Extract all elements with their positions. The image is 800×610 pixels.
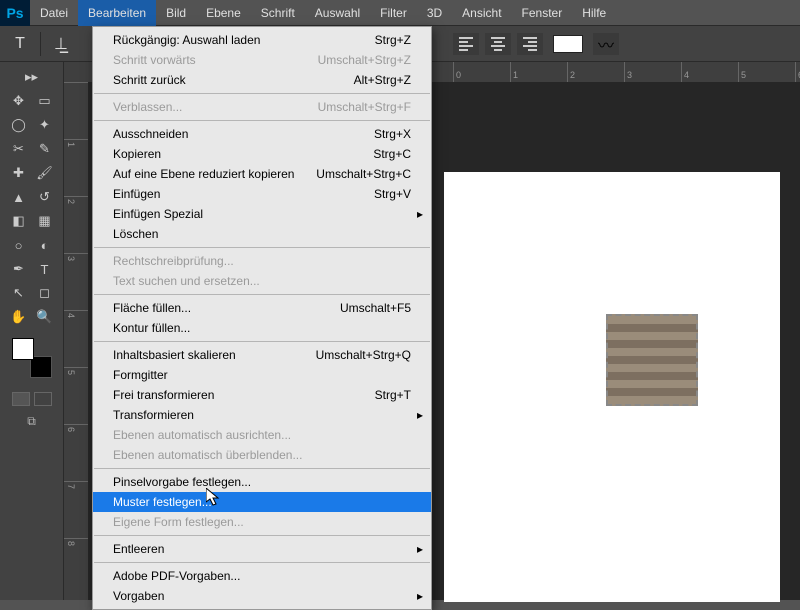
zoom-tool-icon[interactable]: 🔍	[33, 306, 57, 328]
menu-ansicht[interactable]: Ansicht	[452, 0, 511, 26]
ruler-mark: 7	[64, 481, 88, 538]
menu-item-rechtschreibpr-fung: Rechtschreibprüfung...	[93, 251, 431, 271]
menu-item-pinselvorgabe-festlegen[interactable]: Pinselvorgabe festlegen...	[93, 472, 431, 492]
menu-item-text-suchen-und-ersetzen: Text suchen und ersetzen...	[93, 271, 431, 291]
text-color-swatch[interactable]	[553, 35, 583, 53]
ruler-mark: 2	[64, 196, 88, 253]
eyedropper-tool-icon[interactable]: ✎	[33, 138, 57, 160]
ruler-mark: 1	[510, 62, 567, 82]
app-logo[interactable]: Ps	[0, 0, 30, 26]
ruler-mark	[64, 82, 88, 139]
shape-tool-icon[interactable]: ◻	[33, 282, 57, 304]
gradient-tool-icon[interactable]: ▦	[33, 210, 57, 232]
menu-item-ausschneiden[interactable]: AusschneidenStrg+X	[93, 124, 431, 144]
type-tool-icon[interactable]: T	[33, 258, 57, 280]
marquee-tool-icon[interactable]: ▭	[33, 90, 57, 112]
menu-item-einf-gen[interactable]: EinfügenStrg+V	[93, 184, 431, 204]
ruler-mark: 4	[681, 62, 738, 82]
dodge-tool-icon[interactable]: ◐	[33, 234, 57, 256]
ruler-mark: 0	[453, 62, 510, 82]
align-right-button[interactable]	[517, 33, 543, 55]
menu-item-kontur-f-llen[interactable]: Kontur füllen...	[93, 318, 431, 338]
edit-menu-dropdown: Rückgängig: Auswahl ladenStrg+ZSchritt v…	[92, 26, 432, 610]
quickmask-off-icon[interactable]	[12, 392, 30, 406]
wand-tool-icon[interactable]: ✦	[33, 114, 57, 136]
ruler-mark: 2	[567, 62, 624, 82]
ruler-mark: 6	[795, 62, 800, 82]
marquee-selection[interactable]	[606, 314, 698, 406]
screen-mode-icon[interactable]: ⧉	[0, 414, 63, 429]
ruler-mark: 5	[64, 367, 88, 424]
menu-item-ebenen-automatisch-ausrichten: Ebenen automatisch ausrichten...	[93, 425, 431, 445]
tab-collapse-icon[interactable]: ▸▸	[20, 66, 44, 88]
menu-item-vorgaben[interactable]: Vorgaben	[93, 586, 431, 606]
menu-item-adobe-pdf-vorgaben[interactable]: Adobe PDF-Vorgaben...	[93, 566, 431, 586]
brush-tool-icon[interactable]: 🖌	[33, 162, 57, 184]
ruler-mark: 6	[64, 424, 88, 481]
text-tool-icon[interactable]: T	[6, 30, 34, 58]
menu-item-inhaltsbasiert-skalieren[interactable]: Inhaltsbasiert skalierenUmschalt+Strg+Q	[93, 345, 431, 365]
crop-tool-icon[interactable]: ✂	[7, 138, 31, 160]
blur-tool-icon[interactable]: ○	[7, 234, 31, 256]
menu-item-entleeren[interactable]: Entleeren	[93, 539, 431, 559]
cursor-icon	[206, 488, 224, 513]
history-brush-icon[interactable]: ↺	[33, 186, 57, 208]
menu-auswahl[interactable]: Auswahl	[305, 0, 370, 26]
orientation-toggle-icon[interactable]: ⊥̲	[47, 30, 75, 58]
ruler-vertical[interactable]: 12345678	[64, 82, 88, 600]
menu-item-schritt-zur-ck[interactable]: Schritt zurückAlt+Strg+Z	[93, 70, 431, 90]
eraser-tool-icon[interactable]: ◧	[7, 210, 31, 232]
menu-item-muster-festlegen[interactable]: Muster festlegen...	[93, 492, 431, 512]
ruler-mark: 1	[64, 139, 88, 196]
menu-3d[interactable]: 3D	[417, 0, 452, 26]
menubar: Ps DateiBearbeitenBildEbeneSchriftAuswah…	[0, 0, 800, 26]
ruler-mark: 3	[64, 253, 88, 310]
ruler-mark: 4	[64, 310, 88, 367]
menu-item-kopieren[interactable]: KopierenStrg+C	[93, 144, 431, 164]
menu-item-eigene-form-festlegen: Eigene Form festlegen...	[93, 512, 431, 532]
menu-ebene[interactable]: Ebene	[196, 0, 251, 26]
menu-item-l-schen[interactable]: Löschen	[93, 224, 431, 244]
menu-bild[interactable]: Bild	[156, 0, 196, 26]
move-tool-icon[interactable]: ✥	[7, 90, 31, 112]
lasso-tool-icon[interactable]: ◯	[7, 114, 31, 136]
pen-tool-icon[interactable]: ✒	[7, 258, 31, 280]
quickmask-on-icon[interactable]	[34, 392, 52, 406]
menu-item-einf-gen-spezial[interactable]: Einfügen Spezial	[93, 204, 431, 224]
ruler-mark: 8	[64, 538, 88, 595]
menu-item-formgitter[interactable]: Formgitter	[93, 365, 431, 385]
stamp-tool-icon[interactable]: ▲	[7, 186, 31, 208]
menu-item-ebenen-automatisch-berblenden: Ebenen automatisch überblenden...	[93, 445, 431, 465]
menu-filter[interactable]: Filter	[370, 0, 417, 26]
menu-datei[interactable]: Datei	[30, 0, 78, 26]
menu-schrift[interactable]: Schrift	[251, 0, 305, 26]
warp-text-button[interactable]: 〰	[593, 33, 619, 55]
align-center-button[interactable]	[485, 33, 511, 55]
foreground-color[interactable]	[12, 338, 34, 360]
menu-item-frei-transformieren[interactable]: Frei transformierenStrg+T	[93, 385, 431, 405]
menu-item-r-ckg-ngig-auswahl-laden[interactable]: Rückgängig: Auswahl ladenStrg+Z	[93, 30, 431, 50]
tools-panel: ▸▸ ✥▭ ◯✦ ✂✎ ✚🖌 ▲↺ ◧▦ ○◐ ✒T ↖◻ ✋🔍 ⧉	[0, 62, 64, 600]
menu-item-auf-eine-ebene-reduziert-kopieren[interactable]: Auf eine Ebene reduziert kopierenUmschal…	[93, 164, 431, 184]
menu-item-transformieren[interactable]: Transformieren	[93, 405, 431, 425]
menu-fenster[interactable]: Fenster	[512, 0, 573, 26]
hand-tool-icon[interactable]: ✋	[7, 306, 31, 328]
align-left-button[interactable]	[453, 33, 479, 55]
color-picker[interactable]	[12, 338, 52, 378]
path-select-icon[interactable]: ↖	[7, 282, 31, 304]
ruler-mark: 3	[624, 62, 681, 82]
menu-item-schritt-vorw-rts: Schritt vorwärtsUmschalt+Strg+Z	[93, 50, 431, 70]
healing-tool-icon[interactable]: ✚	[7, 162, 31, 184]
menu-bearbeiten[interactable]: Bearbeiten	[78, 0, 156, 26]
menu-item-fl-che-f-llen[interactable]: Fläche füllen...Umschalt+F5	[93, 298, 431, 318]
ruler-mark: 5	[738, 62, 795, 82]
ruler-origin[interactable]	[64, 62, 88, 82]
menu-item-verblassen: Verblassen...Umschalt+Strg+F	[93, 97, 431, 117]
menu-hilfe[interactable]: Hilfe	[572, 0, 616, 26]
